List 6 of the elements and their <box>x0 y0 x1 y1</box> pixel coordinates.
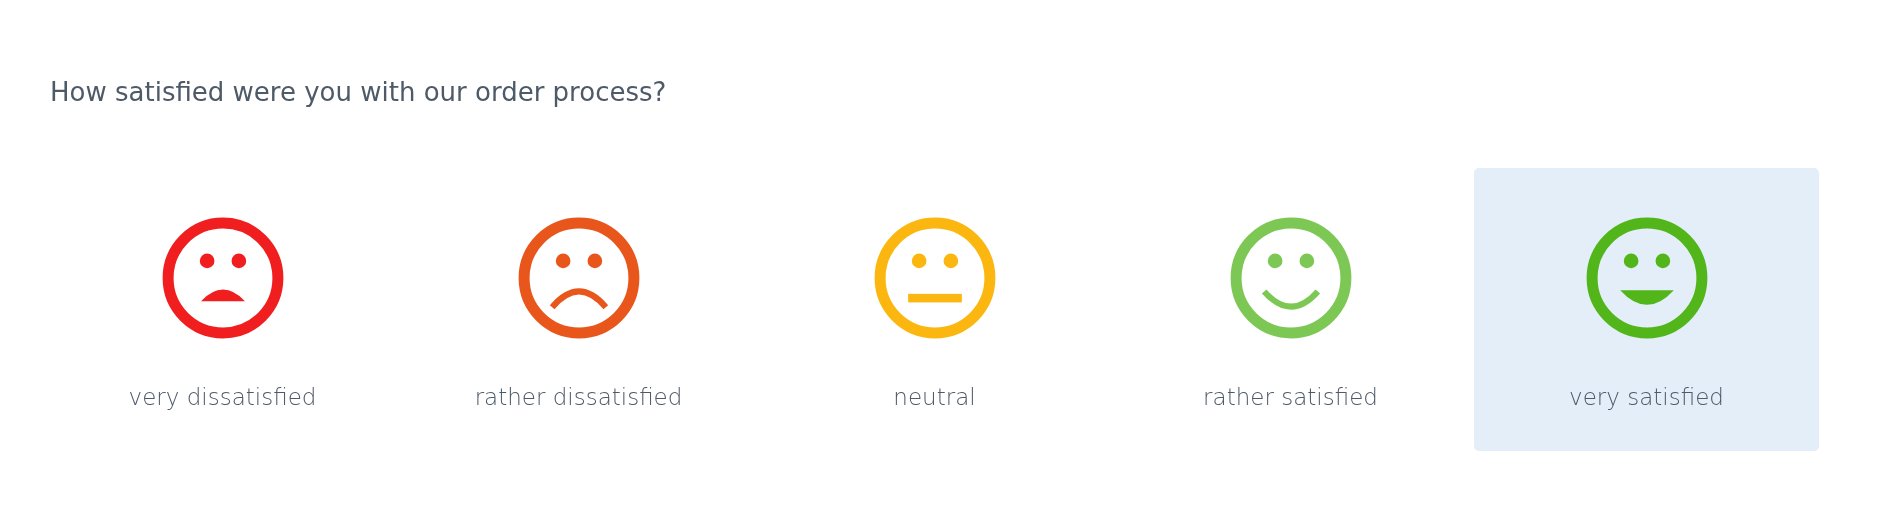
rating-option[interactable]: rather dissatisfied <box>406 168 751 451</box>
rating-option[interactable]: neutral <box>762 168 1107 451</box>
rating-option[interactable]: rather satisfied <box>1118 168 1463 451</box>
rating-option[interactable]: very dissatisfied <box>50 168 395 451</box>
rating-option[interactable]: very satisfied <box>1474 168 1819 451</box>
question-title: How satisfied were you with our order process? <box>50 76 668 109</box>
